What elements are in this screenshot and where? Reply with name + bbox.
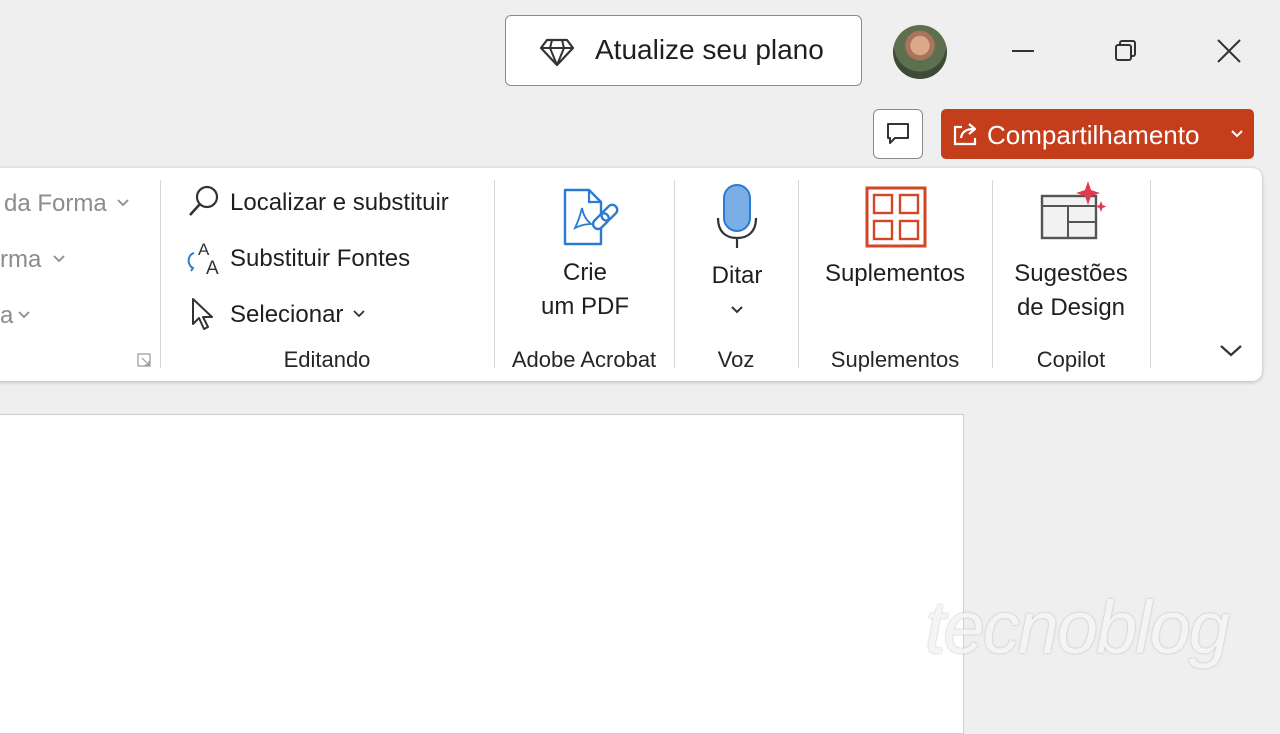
editing-group-label: Editando	[283, 347, 371, 372]
watermark: tecnoblog	[925, 586, 1230, 669]
expand-ribbon-icon[interactable]	[1218, 342, 1244, 360]
upgrade-plan-button[interactable]: Atualize seu plano	[505, 15, 862, 86]
shape-format-label: da Forma	[4, 190, 107, 217]
select-label: Selecionar	[230, 301, 344, 328]
minimize-icon	[1012, 50, 1034, 52]
replace-fonts-icon: A A	[187, 240, 219, 277]
restore-button[interactable]	[1101, 26, 1151, 76]
diamond-icon	[539, 38, 575, 67]
share-icon	[953, 123, 977, 146]
design-ideas-line1: Sugestões	[1014, 260, 1128, 287]
style-label: a	[0, 302, 14, 329]
group-separator	[674, 180, 675, 368]
chevron-down-icon	[731, 306, 743, 314]
chevron-down-icon	[117, 199, 129, 207]
group-separator	[798, 180, 799, 368]
chevron-down-icon	[53, 255, 65, 263]
close-icon	[1217, 39, 1241, 63]
group-separator	[494, 180, 495, 368]
create-pdf-button[interactable]: Crie um PDF	[515, 182, 655, 330]
group-separator	[160, 180, 161, 368]
share-label: Compartilhamento	[987, 120, 1200, 150]
addins-label: Suplementos	[824, 260, 966, 287]
comment-icon	[887, 123, 909, 144]
addins-button[interactable]: Suplementos	[810, 182, 980, 330]
chevron-down-icon	[18, 311, 30, 319]
shape-dropdown[interactable]: rma	[0, 240, 80, 280]
svg-text:A: A	[198, 240, 210, 259]
design-ideas-line2: de Design	[1016, 294, 1126, 321]
cursor-icon	[192, 298, 213, 330]
group-separator	[992, 180, 993, 368]
replace-fonts-label: Substituir Fontes	[230, 245, 411, 272]
shape-format-dropdown[interactable]: da Forma	[0, 184, 140, 224]
addins-group-label: Suplementos	[830, 347, 960, 372]
dialog-launcher-icon[interactable]	[136, 352, 152, 368]
group-separator	[1150, 180, 1151, 368]
svg-text:A: A	[206, 258, 219, 277]
minimize-button[interactable]	[998, 26, 1048, 76]
chevron-down-icon	[353, 310, 365, 318]
voice-group-label: Voz	[717, 347, 755, 372]
dictate-label: Ditar	[711, 262, 763, 289]
design-ideas-button[interactable]: Sugestões de Design	[1000, 180, 1142, 330]
chevron-down-icon[interactable]	[1230, 129, 1244, 139]
acrobat-group-label: Adobe Acrobat	[511, 347, 657, 372]
design-ideas-icon	[1040, 181, 1107, 240]
addins-grid-icon	[865, 186, 927, 248]
dictate-button[interactable]: Ditar	[690, 182, 784, 330]
slide-canvas[interactable]	[0, 414, 964, 734]
shape-label: rma	[0, 246, 42, 273]
create-pdf-line1: Crie	[562, 259, 607, 286]
comments-button[interactable]	[873, 109, 923, 159]
microphone-icon	[716, 184, 758, 248]
avatar[interactable]	[893, 25, 947, 79]
upgrade-plan-label: Atualize seu plano	[595, 34, 824, 65]
copilot-group-label: Copilot	[1036, 347, 1106, 372]
restore-icon	[1115, 40, 1136, 61]
replace-fonts-button[interactable]: A A Substituir Fontes	[184, 238, 444, 278]
search-icon	[189, 185, 219, 216]
share-button[interactable]: Compartilhamento	[941, 109, 1254, 159]
style-dropdown[interactable]: a	[0, 296, 40, 336]
pdf-link-icon	[563, 188, 619, 246]
find-replace-label: Localizar e substituir	[230, 189, 449, 216]
select-dropdown[interactable]: Selecionar	[184, 294, 384, 334]
close-button[interactable]	[1204, 26, 1254, 76]
create-pdf-line2: um PDF	[540, 293, 629, 320]
find-replace-button[interactable]: Localizar e substituir	[184, 182, 474, 222]
